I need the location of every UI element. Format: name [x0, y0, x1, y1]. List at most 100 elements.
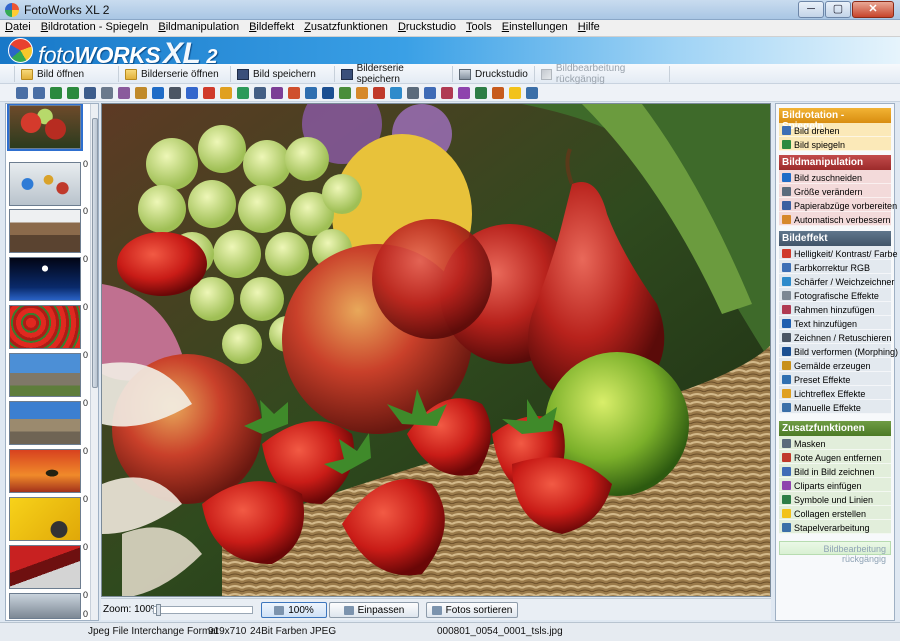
panel-item-text[interactable]: Text hinzufügen	[779, 316, 891, 330]
mask-icon[interactable]	[407, 87, 419, 99]
print-prep-icon[interactable]	[169, 87, 181, 99]
picture-in-picture-icon[interactable]	[441, 87, 453, 99]
zoom-slider-handle[interactable]	[156, 604, 161, 616]
rotate-left-icon[interactable]	[16, 87, 28, 99]
undo-edit-button[interactable]: Bildbearbeitung rückgängig	[534, 63, 670, 85]
thumbnail-red-car[interactable]	[9, 545, 81, 589]
panel-item-collagen[interactable]: Collagen erstellen	[779, 506, 891, 520]
panel-item-morphing[interactable]: Bild verformen (Morphing)	[779, 344, 898, 358]
panel-item-fotografisch[interactable]: Fotografische Effekte	[779, 288, 891, 302]
menu-datei[interactable]: Datei	[0, 20, 36, 36]
resize-icon[interactable]	[135, 87, 147, 99]
crop-icon[interactable]	[118, 87, 130, 99]
draw-icon[interactable]	[305, 87, 317, 99]
section-extra-title[interactable]: Zusatzfunktionen	[779, 421, 891, 436]
minimize-button[interactable]: ─	[798, 1, 824, 18]
thumbnail-paints[interactable]	[9, 162, 81, 206]
zoom-slider[interactable]	[153, 604, 253, 616]
image-canvas[interactable]	[101, 103, 771, 597]
thumbnail-space[interactable]	[9, 257, 81, 301]
symbols-icon[interactable]	[475, 87, 487, 99]
thumbnail-strawberries[interactable]	[9, 305, 81, 349]
auto-improve-icon[interactable]	[186, 87, 198, 99]
brightness-icon[interactable]	[203, 87, 215, 99]
rgb-icon[interactable]	[220, 87, 232, 99]
thumbnail-meeting-room[interactable]	[9, 209, 81, 253]
thumbnail-yellow-car[interactable]	[9, 497, 81, 541]
painting-icon[interactable]	[339, 87, 351, 99]
section-manipulation-title[interactable]: Bildmanipulation	[779, 155, 891, 170]
panel-item-automatisch[interactable]: Automatisch verbessern	[779, 212, 891, 226]
batch-icon[interactable]	[526, 87, 538, 99]
panel-item-bild-spiegeln[interactable]: Bild spiegeln	[779, 137, 891, 151]
menu-bildrotation[interactable]: Bildrotation - Spiegeln	[36, 20, 154, 36]
panel-item-helligkeit[interactable]: Helligkeit/ Kontrast/ Farbe	[779, 246, 898, 260]
zoom-bar: Zoom: 100% 100% Einpassen Fotos sortiere…	[101, 598, 771, 620]
thumbnail-sunset-plane[interactable]	[9, 449, 81, 493]
panel-item-bild-in-bild[interactable]: Bild in Bild zeichnen	[779, 464, 891, 478]
panel-item-rote-augen[interactable]: Rote Augen entfernen	[779, 450, 891, 464]
fit-window-button[interactable]: Einpassen	[329, 602, 419, 618]
panel-item-farbkorrektur[interactable]: Farbkorrektur RGB	[779, 260, 891, 274]
clipart-icon[interactable]	[458, 87, 470, 99]
frame-icon[interactable]	[271, 87, 283, 99]
flip-vertical-icon[interactable]	[101, 87, 113, 99]
thumbnail-fruits[interactable]	[7, 104, 83, 151]
rotate-right-icon[interactable]	[33, 87, 45, 99]
panel-item-manuell[interactable]: Manuelle Effekte	[779, 400, 891, 414]
preset-icon[interactable]	[356, 87, 368, 99]
thumbnail-town[interactable]	[9, 401, 81, 445]
menu-zusatzfunktionen[interactable]: Zusatzfunktionen	[299, 20, 393, 36]
panel-item-zeichnen[interactable]: Zeichnen / Retuschieren	[779, 330, 892, 344]
thumbnail-index: 0	[83, 609, 89, 619]
lightflare-icon[interactable]	[373, 87, 385, 99]
flip-horizontal-icon[interactable]	[84, 87, 96, 99]
panel-item-gemaelde[interactable]: Gemälde erzeugen	[779, 358, 891, 372]
panel-item-zuschneiden[interactable]: Bild zuschneiden	[779, 170, 891, 184]
menu-bildmanipulation[interactable]: Bildmanipulation	[153, 20, 244, 36]
menu-druckstudio[interactable]: Druckstudio	[393, 20, 461, 36]
save-series-button[interactable]: Bilderserie speichern	[334, 63, 452, 85]
menu-hilfe[interactable]: Hilfe	[573, 20, 605, 36]
rotate-180-icon[interactable]	[67, 87, 79, 99]
panel-item-rahmen[interactable]: Rahmen hinzufügen	[779, 302, 891, 316]
red-eye-icon[interactable]	[424, 87, 436, 99]
collage-icon[interactable]	[492, 87, 504, 99]
thumbnail-partial[interactable]	[9, 593, 81, 619]
panel-item-masken[interactable]: Masken	[779, 436, 891, 450]
menu-tools[interactable]: Tools	[461, 20, 497, 36]
panel-item-schaerfer[interactable]: Schärfer / Weichzeichner	[779, 274, 894, 288]
maximize-button[interactable]: ▢	[825, 1, 851, 18]
panel-item-groesse[interactable]: Größe verändern	[779, 184, 891, 198]
save-image-button[interactable]: Bild speichern	[230, 66, 334, 82]
section-effect-title[interactable]: Bildeffekt	[779, 231, 891, 246]
photo-effect-icon[interactable]	[254, 87, 266, 99]
close-button[interactable]: ✕	[852, 1, 894, 18]
sharpen-icon[interactable]	[237, 87, 249, 99]
panel-undo-button[interactable]: Bildbearbeitung rückgängig	[779, 541, 891, 564]
panel-item-bild-drehen[interactable]: Bild drehen	[779, 123, 891, 137]
manual-effect-icon[interactable]	[390, 87, 402, 99]
morph-icon[interactable]	[322, 87, 334, 99]
open-series-button[interactable]: Bilderserie öffnen	[118, 66, 230, 82]
section-rotation-title[interactable]: Bildrotation - Spiegeln	[779, 108, 891, 132]
sort-photos-button[interactable]: Fotos sortieren	[426, 602, 518, 618]
panel-item-symbole[interactable]: Symbole und Linien	[779, 492, 891, 506]
text-icon[interactable]	[288, 87, 300, 99]
star-icon[interactable]	[509, 87, 521, 99]
thumbnail-scrollbar[interactable]	[90, 104, 98, 620]
menu-bildeffekt[interactable]: Bildeffekt	[244, 20, 299, 36]
panel-item-lichtreflex[interactable]: Lichtreflex Effekte	[779, 386, 891, 400]
open-image-button[interactable]: Bild öffnen	[14, 66, 118, 82]
zoom-100-button[interactable]: 100%	[261, 602, 327, 618]
panel-item-preset[interactable]: Preset Effekte	[779, 372, 891, 386]
panel-item-cliparts[interactable]: Cliparts einfügen	[779, 478, 891, 492]
scissors-icon[interactable]	[152, 87, 164, 99]
print-studio-button[interactable]: Druckstudio	[452, 66, 534, 82]
rotate-90-icon[interactable]	[50, 87, 62, 99]
panel-item-stapel[interactable]: Stapelverarbeitung	[779, 520, 891, 534]
thumbnail-castle[interactable]	[9, 353, 81, 397]
thumbnail-scroll-handle[interactable]	[92, 118, 98, 388]
panel-item-papierabzuege[interactable]: Papierabzüge vorbereiten	[779, 198, 897, 212]
menu-einstellungen[interactable]: Einstellungen	[497, 20, 573, 36]
